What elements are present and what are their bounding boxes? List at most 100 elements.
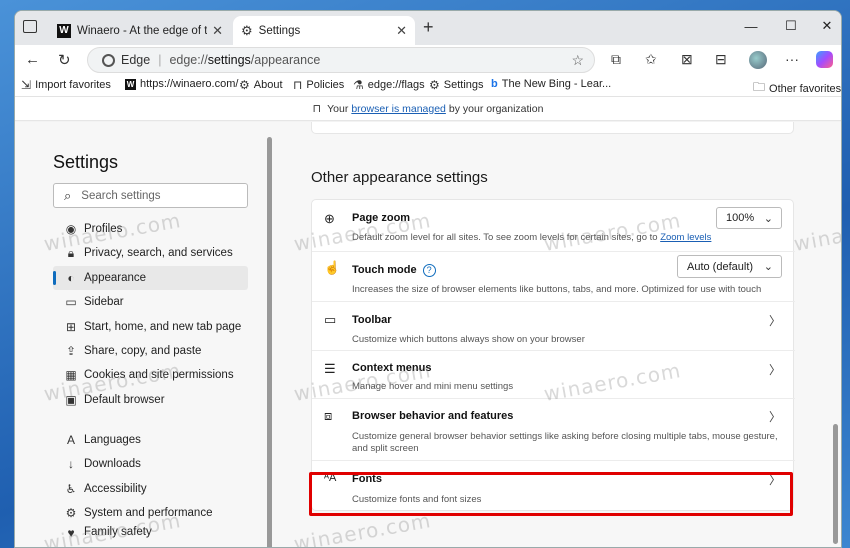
winaero-icon: W (57, 23, 71, 38)
profile-avatar[interactable] (749, 51, 767, 69)
fav-import[interactable]: ⇲ Import favorites (21, 78, 111, 92)
sidebar-item-downloads[interactable]: ↓ Downloads (53, 452, 248, 476)
lock-icon: 🔒︎ (67, 245, 75, 260)
tab-title: Settings (258, 24, 301, 37)
tab-settings[interactable]: ⚙ Settings ✕ (233, 16, 415, 45)
sidebar-item-system[interactable]: ⚙ System and performance (53, 501, 248, 525)
back-icon[interactable]: ← (25, 51, 40, 68)
split-screen-icon[interactable]: ⊟ (715, 51, 727, 68)
main-scrollbar[interactable] (833, 424, 838, 544)
fav-settings[interactable]: ⚙ Settings (429, 78, 484, 92)
flask-icon: ⚗ (353, 78, 364, 92)
address-url: edge://settings/appearance (169, 53, 321, 67)
sidebar-item-sidebar[interactable]: ▭ Sidebar (53, 290, 248, 314)
sidebar-item-languages[interactable]: A Languages (53, 428, 248, 452)
toolbar-icon: ▭ (324, 312, 337, 327)
menu-icon: ☰ (324, 361, 336, 376)
search-input[interactable]: ⌕ Search settings (53, 183, 248, 208)
gear-icon: ⚙ (241, 22, 253, 38)
winaero-icon: W (125, 78, 136, 90)
settings-card: ⊕ Page zoom Default zoom level for all s… (311, 199, 795, 511)
sidebar-scrollbar[interactable] (267, 137, 272, 547)
touch-mode-dropdown[interactable]: Auto (default) ⌄ (677, 255, 782, 278)
maximize-icon[interactable]: ☐ (771, 11, 811, 41)
sidebar-item-accessibility[interactable]: ♿︎ Accessibility (53, 477, 248, 501)
chevron-right-icon: 〉 (768, 314, 781, 328)
sidebar-icon: ▭ (65, 295, 77, 309)
row-desc: Customize which buttons always show on y… (352, 334, 585, 345)
home-icon: ⊞ (65, 320, 77, 334)
minimize-icon[interactable]: — (731, 11, 771, 41)
tab-actions-icon[interactable] (23, 20, 37, 33)
managed-notice: ⊓ Your browser is managed by your organi… (15, 97, 841, 121)
download-icon: ↓ (68, 457, 74, 471)
refresh-icon[interactable]: ↻ (58, 51, 71, 69)
fav-winaero[interactable]: Whttps://winaero.com/ (125, 78, 238, 90)
browser-icon: ▣ (65, 393, 77, 407)
row-title: Context menus (352, 362, 432, 374)
navigation-toolbar: ← ↻ Edge | edge://settings/appearance ☆ … (15, 45, 841, 75)
more-icon[interactable]: ··· (785, 51, 799, 67)
edge-icon (102, 53, 115, 67)
help-icon[interactable]: ? (422, 264, 436, 277)
family-icon: ♥ (67, 526, 75, 540)
settings-sidebar: Settings ⌕ Search settings ◉ Profiles 🔒︎ P… (15, 122, 273, 547)
close-tab-icon[interactable]: ✕ (396, 23, 407, 39)
close-window-icon[interactable]: ✕ (807, 11, 841, 41)
sidebar-item-cookies[interactable]: ▦ Cookies and site permissions (53, 363, 248, 387)
fav-about[interactable]: ⚙ About (239, 78, 283, 92)
row-toolbar[interactable]: ▭ Toolbar Customize which buttons always… (312, 302, 795, 351)
briefcase-icon: ⊓ (312, 103, 322, 115)
settings-title: Settings (53, 152, 119, 172)
row-title: Browser behavior and features (352, 410, 514, 422)
search-placeholder: Search settings (81, 189, 161, 202)
share-icon: ⇪ (65, 344, 77, 358)
sidebar-item-appearance[interactable]: ◐ Appearance (53, 266, 248, 290)
folder-icon: 🗀 (753, 80, 766, 94)
bing-icon: b (491, 78, 498, 90)
briefcase-icon: ⊓ (293, 78, 303, 92)
fav-policies[interactable]: ⊓ Policies (293, 78, 344, 92)
zoom-levels-link[interactable]: Zoom levels (660, 232, 711, 243)
collections-icon[interactable]: ⊠ (681, 51, 693, 68)
row-desc: Customize general browser behavior setti… (352, 431, 778, 454)
behavior-icon: ⧈ (324, 408, 333, 423)
row-desc: Manage hover and mini menu settings (352, 381, 514, 392)
sidebar-item-family[interactable]: ♥ Family safety (53, 526, 248, 542)
row-title: Toolbar (352, 314, 392, 326)
address-label: Edge (121, 53, 151, 67)
row-browser-behavior[interactable]: ⧈ Browser behavior and features Customiz… (312, 399, 795, 461)
row-context-menus[interactable]: ☰ Context menus Manage hover and mini me… (312, 351, 795, 399)
touch-icon: ☝ (324, 260, 341, 275)
new-tab-icon[interactable]: + (423, 17, 434, 38)
sidebar-item-start-home[interactable]: ⊞ Start, home, and new tab page (53, 315, 248, 339)
favorite-star-icon[interactable]: ☆ (571, 52, 584, 69)
tab-title: Winaero - At the edge of tweaking (77, 24, 207, 37)
sidebar-item-profiles[interactable]: ◉ Profiles (53, 217, 248, 241)
chevron-down-icon: ⌄ (763, 212, 773, 225)
system-icon: ⚙ (65, 506, 77, 520)
profile-icon: ◉ (65, 222, 77, 236)
chevron-down-icon: ⌄ (763, 261, 773, 273)
settings-content: Settings ⌕ Search settings ◉ Profiles 🔒︎ P… (15, 122, 841, 547)
row-touch-mode: ☝ Touch mode? Increases the size of brow… (312, 252, 795, 302)
other-favorites[interactable]: 🗀 Other favorites (753, 78, 841, 99)
row-page-zoom: ⊕ Page zoom Default zoom level for all s… (312, 200, 795, 252)
accessibility-icon: ♿︎ (65, 482, 77, 496)
page-zoom-dropdown[interactable]: 100% ⌄ (716, 207, 782, 229)
extensions-icon[interactable]: ⧉ (611, 51, 621, 68)
row-desc: Default zoom level for all sites. To see… (352, 232, 712, 243)
close-tab-icon[interactable]: ✕ (212, 23, 223, 39)
favorites-icon[interactable]: ✩ (645, 51, 657, 68)
fav-bing[interactable]: b The New Bing - Lear... (491, 78, 611, 90)
copilot-icon[interactable] (816, 51, 833, 68)
sidebar-item-privacy[interactable]: 🔒︎ Privacy, search, and services (53, 241, 248, 265)
managed-link[interactable]: browser is managed (351, 103, 446, 115)
sidebar-item-default-browser[interactable]: ▣ Default browser (53, 388, 248, 412)
address-bar[interactable]: Edge | edge://settings/appearance ☆ (87, 47, 595, 73)
highlight-box (309, 472, 793, 516)
fav-flags[interactable]: ⚗ edge://flags (353, 78, 425, 92)
tab-winaero[interactable]: W Winaero - At the edge of tweaking ✕ (49, 16, 231, 45)
sidebar-item-share[interactable]: ⇪ Share, copy, and paste (53, 339, 248, 363)
palette-icon: ◐ (67, 271, 75, 285)
